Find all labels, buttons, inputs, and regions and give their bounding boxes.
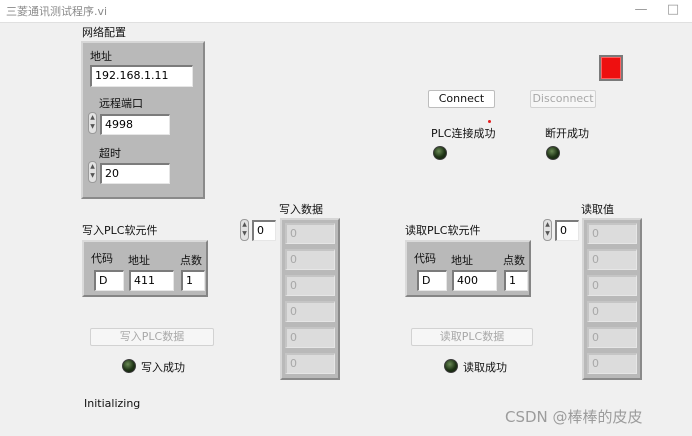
read-code-field[interactable]: D (417, 270, 447, 291)
timeout-label: 超时 (99, 147, 121, 160)
write-data-label: 写入数据 (279, 203, 323, 216)
read-device-label: 读取PLC软元件 (405, 224, 481, 237)
write-address-label: 地址 (128, 254, 150, 267)
write-count-field[interactable]: 1 (181, 270, 205, 291)
plc-connected-label: PLC连接成功 (431, 127, 496, 140)
minimize-icon[interactable]: — (630, 1, 652, 19)
network-config-label: 网络配置 (82, 26, 126, 39)
write-data-array: 0 0 0 0 0 0 (280, 218, 340, 380)
read-device-cluster: 代码 地址 点数 D 400 1 (405, 240, 531, 297)
address-label: 地址 (90, 50, 112, 63)
read-address-label: 地址 (451, 254, 473, 267)
write-device-cluster: 代码 地址 点数 D 411 1 (82, 240, 208, 297)
read-plc-data-button[interactable]: 读取PLC数据 (411, 328, 533, 346)
write-success-led (122, 359, 136, 373)
timeout-spinner[interactable]: ▲ ▼ (88, 161, 97, 183)
write-data-element[interactable]: 0 (285, 301, 335, 322)
read-success-led (444, 359, 458, 373)
write-code-label: 代码 (91, 252, 113, 265)
connect-button[interactable]: Connect (428, 90, 495, 108)
read-code-label: 代码 (414, 252, 436, 265)
write-data-element[interactable]: 0 (285, 275, 335, 296)
write-data-element[interactable]: 0 (285, 223, 335, 244)
read-data-label: 读取值 (581, 203, 614, 216)
write-data-element[interactable]: 0 (285, 327, 335, 348)
timeout-field[interactable]: 20 (100, 163, 170, 184)
write-data-element[interactable]: 0 (285, 353, 335, 374)
stop-button[interactable] (599, 55, 623, 81)
disconnect-success-label: 断开成功 (545, 127, 589, 140)
remote-port-label: 远程端口 (99, 97, 143, 110)
read-data-element: 0 (587, 275, 637, 296)
remote-port-spinner[interactable]: ▲ ▼ (88, 112, 97, 134)
disconnect-success-led (546, 146, 560, 160)
read-data-element: 0 (587, 249, 637, 270)
remote-port-field[interactable]: 4998 (100, 114, 170, 135)
write-device-label: 写入PLC软元件 (82, 224, 158, 237)
write-plc-data-button[interactable]: 写入PLC数据 (90, 328, 214, 346)
write-code-field[interactable]: D (94, 270, 124, 291)
write-success-label: 写入成功 (141, 361, 185, 374)
plc-connected-led (433, 146, 447, 160)
write-index-field[interactable]: 0 (252, 220, 276, 241)
read-success-label: 读取成功 (463, 361, 507, 374)
write-count-label: 点数 (180, 254, 202, 267)
read-data-element: 0 (587, 353, 637, 374)
write-data-element[interactable]: 0 (285, 249, 335, 270)
indicator-dot (488, 120, 491, 123)
title-bar: 三菱通讯测试程序.vi — □ (0, 0, 692, 23)
write-index-spinner[interactable]: ▲ ▼ (240, 219, 249, 241)
read-address-field[interactable]: 400 (452, 270, 497, 291)
ip-address-field[interactable]: 192.168.1.11 (90, 65, 193, 87)
write-address-field[interactable]: 411 (129, 270, 174, 291)
read-index-spinner[interactable]: ▲ ▼ (543, 219, 552, 241)
read-index-field[interactable]: 0 (555, 220, 579, 241)
read-data-element: 0 (587, 301, 637, 322)
read-count-field[interactable]: 1 (504, 270, 528, 291)
network-config-panel: 地址 192.168.1.11 远程端口 ▲ ▼ 4998 超时 ▲ ▼ 20 (81, 41, 205, 199)
status-text: Initializing (84, 397, 141, 410)
disconnect-button[interactable]: Disconnect (530, 90, 596, 108)
watermark-text: CSDN @棒棒的皮皮 (505, 408, 643, 426)
read-count-label: 点数 (503, 254, 525, 267)
close-icon[interactable]: □ (662, 1, 684, 19)
read-data-element: 0 (587, 327, 637, 348)
window-title: 三菱通讯测试程序.vi (6, 5, 108, 18)
read-data-element: 0 (587, 223, 637, 244)
read-data-array: 0 0 0 0 0 0 (582, 218, 642, 380)
